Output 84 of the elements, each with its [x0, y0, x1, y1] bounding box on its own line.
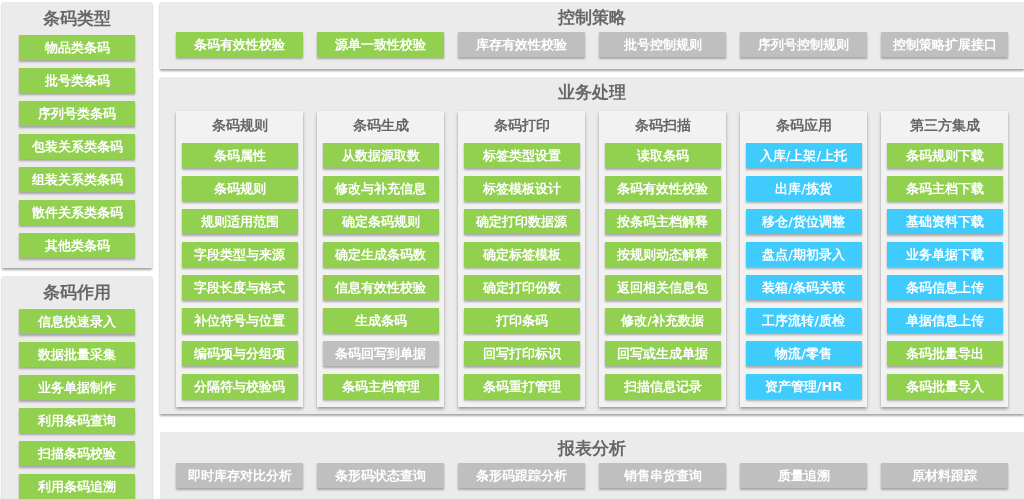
section-title: 条码类型 [43, 7, 111, 30]
menu-button[interactable]: 修改/补充数据 [604, 308, 721, 333]
menu-button[interactable]: 控制策略扩展接口 [881, 32, 1008, 57]
menu-button[interactable]: 确定条码规则 [322, 209, 439, 234]
menu-button[interactable]: 信息快速录入 [19, 309, 135, 334]
menu-button[interactable]: 物品类条码 [19, 35, 135, 60]
menu-button[interactable]: 序列号控制规则 [740, 32, 867, 57]
section-title: 第三方集成 [909, 116, 980, 135]
menu-button[interactable]: 利用条码查询 [19, 408, 135, 433]
menu-button[interactable]: 原材料跟踪 [881, 463, 1008, 488]
menu-button[interactable]: 标签模板设计 [463, 176, 580, 201]
menu-button[interactable]: 条码重打管理 [463, 374, 580, 399]
menu-button[interactable]: 字段类型与来源 [181, 242, 298, 267]
menu-button[interactable]: 确定标签模板 [463, 242, 580, 267]
section-title: 条码扫描 [634, 116, 691, 135]
menu-button[interactable]: 物流/零售 [745, 341, 862, 366]
menu-button[interactable]: 条码批量导入 [886, 374, 1003, 399]
menu-button[interactable]: 条码主档下载 [886, 176, 1003, 201]
menu-button[interactable]: 单据信息上传 [886, 308, 1003, 333]
menu-button[interactable]: 源单一致性校验 [317, 32, 444, 57]
section-title: 控制策略 [558, 6, 626, 29]
menu-button[interactable]: 资产管理/HR [745, 374, 862, 399]
menu-button[interactable]: 按规则动态解释 [604, 242, 721, 267]
menu-button[interactable]: 业务单据制作 [19, 375, 135, 400]
menu-button[interactable]: 确定打印数据源 [463, 209, 580, 234]
section-title: 条码规则 [211, 116, 268, 135]
menu-button[interactable]: 从数据源取数 [322, 143, 439, 168]
menu-button[interactable]: 返回相关信息包 [604, 275, 721, 300]
menu-button[interactable]: 出库/拣货 [745, 176, 862, 201]
menu-button[interactable]: 条码信息上传 [886, 275, 1003, 300]
menu-button[interactable]: 回写打印标识 [463, 341, 580, 366]
menu-button[interactable]: 打印条码 [463, 308, 580, 333]
section-title: 条码打印 [493, 116, 550, 135]
menu-button[interactable]: 条码批量导出 [886, 341, 1003, 366]
menu-button[interactable]: 销售串货查询 [599, 463, 726, 488]
section-title: 条码应用 [775, 116, 832, 135]
menu-button[interactable]: 字段长度与格式 [181, 275, 298, 300]
menu-button[interactable]: 数据批量采集 [19, 342, 135, 367]
menu-button[interactable]: 利用条码追溯 [19, 474, 135, 499]
section-title: 条码作用 [43, 281, 111, 304]
menu-button[interactable]: 确定生成条码数 [322, 242, 439, 267]
menu-button[interactable]: 装箱/条码关联 [745, 275, 862, 300]
menu-button[interactable]: 组装关系类条码 [19, 167, 135, 192]
menu-button[interactable]: 扫描条码校验 [19, 441, 135, 466]
menu-button[interactable]: 入库/上架/上托 [745, 143, 862, 168]
menu-button[interactable]: 工序流转/质检 [745, 308, 862, 333]
menu-button[interactable]: 扫描信息记录 [604, 374, 721, 399]
menu-button[interactable]: 批号控制规则 [599, 32, 726, 57]
menu-button[interactable]: 条码规则下载 [886, 143, 1003, 168]
menu-button[interactable]: 编码项与分组项 [181, 341, 298, 366]
menu-button[interactable]: 其他类条码 [19, 233, 135, 258]
menu-button[interactable]: 条码属性 [181, 143, 298, 168]
menu-button[interactable]: 条码规则 [181, 176, 298, 201]
section-title: 报表分析 [558, 437, 626, 460]
menu-button[interactable]: 读取条码 [604, 143, 721, 168]
menu-button[interactable]: 条码有效性校验 [604, 176, 721, 201]
menu-button[interactable]: 包装关系类条码 [19, 134, 135, 159]
section-title: 条码生成 [352, 116, 409, 135]
menu-button[interactable]: 条码回写到单据 [322, 341, 439, 366]
menu-button[interactable]: 确定打印份数 [463, 275, 580, 300]
menu-button[interactable]: 回写或生成单据 [604, 341, 721, 366]
menu-button[interactable]: 基础资料下载 [886, 209, 1003, 234]
menu-button[interactable]: 质量追溯 [740, 463, 867, 488]
menu-button[interactable]: 生成条码 [322, 308, 439, 333]
menu-button[interactable]: 补位符号与位置 [181, 308, 298, 333]
menu-button[interactable]: 条码有效性校验 [176, 32, 303, 57]
menu-button[interactable]: 盘点/期初录入 [745, 242, 862, 267]
menu-button[interactable]: 条码主档管理 [322, 374, 439, 399]
menu-button[interactable]: 序列号类条码 [19, 101, 135, 126]
menu-button[interactable]: 按条码主档解释 [604, 209, 721, 234]
menu-button[interactable]: 规则适用范围 [181, 209, 298, 234]
menu-button[interactable]: 条形码状态查询 [317, 463, 444, 488]
menu-button[interactable]: 移仓/货位调整 [745, 209, 862, 234]
menu-button[interactable]: 批号类条码 [19, 68, 135, 93]
menu-button[interactable]: 修改与补充信息 [322, 176, 439, 201]
menu-button[interactable]: 即时库存对比分析 [176, 463, 303, 488]
menu-button[interactable]: 业务单据下载 [886, 242, 1003, 267]
menu-button[interactable]: 分隔符与校验码 [181, 374, 298, 399]
menu-button[interactable]: 条形码跟踪分析 [458, 463, 585, 488]
menu-button[interactable]: 信息有效性校验 [322, 275, 439, 300]
section-title: 业务处理 [558, 81, 626, 104]
menu-button[interactable]: 库存有效性校验 [458, 32, 585, 57]
menu-button[interactable]: 标签类型设置 [463, 143, 580, 168]
menu-button[interactable]: 散件关系类条码 [19, 200, 135, 225]
